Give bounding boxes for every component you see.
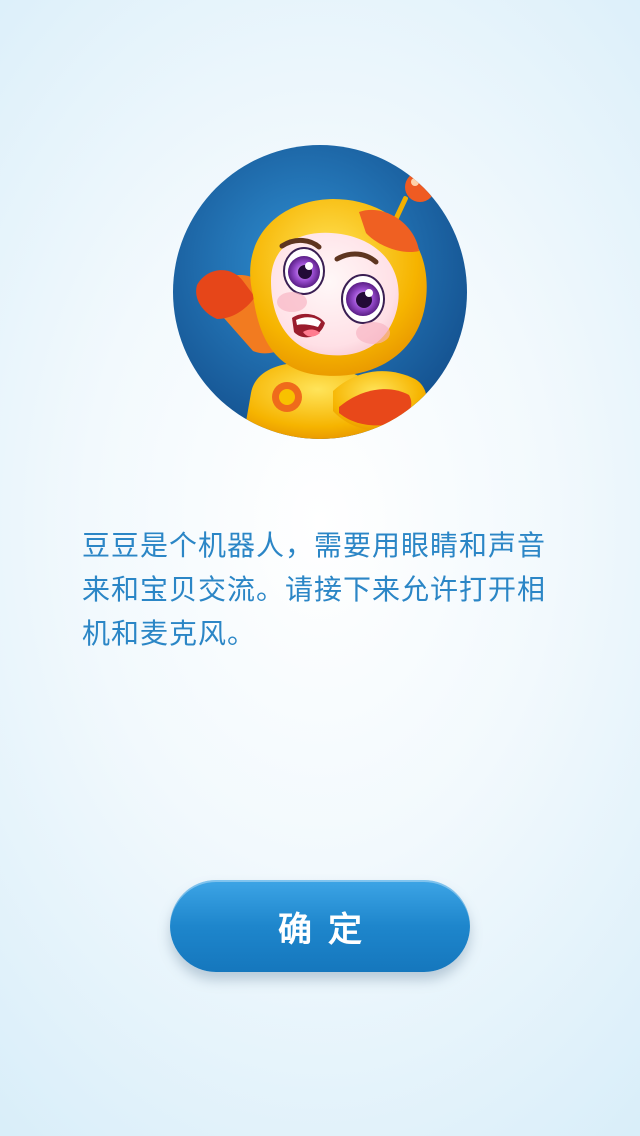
- permission-message: 豆豆是个机器人，需要用眼睛和声音来和宝贝交流。请接下来允许打开相机和麦克风。: [82, 529, 547, 650]
- robot-mascot-avatar: [173, 145, 467, 439]
- robot-mascot-icon: [173, 145, 467, 439]
- confirm-button[interactable]: 确定: [170, 880, 470, 972]
